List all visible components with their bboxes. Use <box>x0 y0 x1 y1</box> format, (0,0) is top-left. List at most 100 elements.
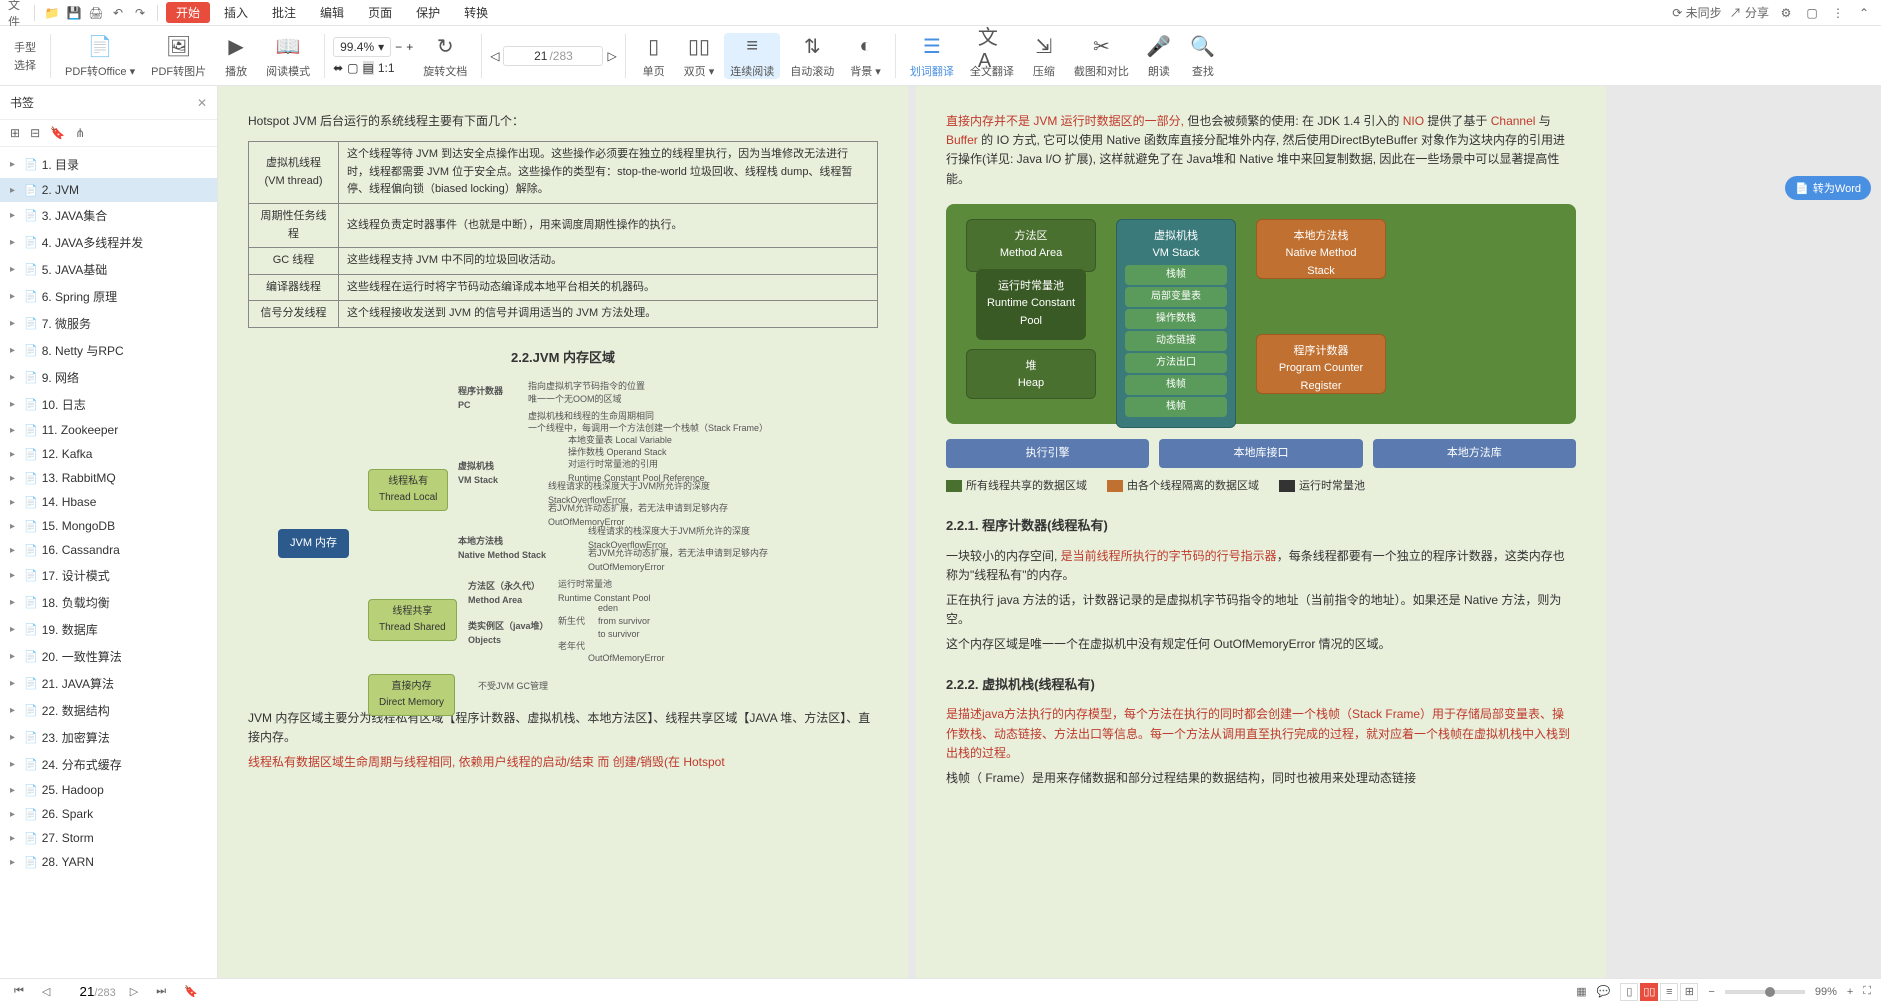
pdf-to-office-button[interactable]: 📄 PDF转Office ▾ <box>59 33 141 79</box>
close-sidebar-icon[interactable]: ✕ <box>197 96 207 110</box>
file-menu[interactable]: 文件 <box>8 4 26 22</box>
sidebar-title: 书签 <box>10 94 34 111</box>
zoom-out-status-icon[interactable]: − <box>1708 986 1714 998</box>
bookmark-item-2[interactable]: ▸📄3. JAVA集合 <box>0 202 217 229</box>
menu-protect[interactable]: 保护 <box>406 4 450 21</box>
bookmark-item-6[interactable]: ▸📄7. 微服务 <box>0 310 217 337</box>
toolbar: 手型 选择 📄 PDF转Office ▾ 🖼 PDF转图片 ▶ 播放 📖 阅读模… <box>0 26 1881 86</box>
bookmark-item-10[interactable]: ▸📄11. Zookeeper <box>0 418 217 442</box>
next-page-icon[interactable]: ▷ <box>126 985 142 998</box>
bookmark-item-8[interactable]: ▸📄9. 网络 <box>0 364 217 391</box>
next-page-icon[interactable]: ▷ <box>607 49 616 63</box>
bookmark-item-5[interactable]: ▸📄6. Spring 原理 <box>0 283 217 310</box>
word-translate-button[interactable]: ☰ 划词翻译 <box>904 33 960 79</box>
bookmark-item-1[interactable]: ▸📄2. JVM <box>0 178 217 202</box>
hand-tool[interactable]: 手型 选择 <box>8 39 42 73</box>
auto-scroll-button[interactable]: ⇅ 自动滚动 <box>784 33 840 79</box>
bookmark-tree-icon[interactable]: ⋔ <box>75 126 85 140</box>
menu-page[interactable]: 页面 <box>358 4 402 21</box>
expand-all-icon[interactable]: ⊞ <box>10 126 20 140</box>
bookmark-item-3[interactable]: ▸📄4. JAVA多线程并发 <box>0 229 217 256</box>
compress-button[interactable]: ⇲ 压缩 <box>1024 33 1064 79</box>
redo-icon[interactable]: ↷ <box>131 4 149 22</box>
bookmark-item-9[interactable]: ▸📄10. 日志 <box>0 391 217 418</box>
print-icon[interactable]: 🖨 <box>87 4 105 22</box>
full-translate-button[interactable]: 文A 全文翻译 <box>964 33 1020 79</box>
bookmark-item-14[interactable]: ▸📄15. MongoDB <box>0 514 217 538</box>
bookmark-item-13[interactable]: ▸📄14. Hbase <box>0 490 217 514</box>
zoom-in-status-icon[interactable]: + <box>1847 986 1853 998</box>
bookmark-item-27[interactable]: ▸📄28. YARN <box>0 850 217 874</box>
bookmark-item-0[interactable]: ▸📄1. 目录 <box>0 151 217 178</box>
bookmark-item-12[interactable]: ▸📄13. RabbitMQ <box>0 466 217 490</box>
play-button[interactable]: ▶ 播放 <box>216 33 256 79</box>
menu-annotate[interactable]: 批注 <box>262 4 306 21</box>
last-page-icon[interactable]: ⏭ <box>152 985 170 998</box>
bookmark-item-15[interactable]: ▸📄16. Cassandra <box>0 538 217 562</box>
first-page-icon[interactable]: ⏮ <box>10 985 28 998</box>
bookmark-item-7[interactable]: ▸📄8. Netty 与RPC <box>0 337 217 364</box>
search-button[interactable]: 🔍 查找 <box>1183 33 1223 79</box>
convert-to-word-button[interactable]: 📄 转为Word <box>1785 176 1871 200</box>
sync-status[interactable]: ⟳ 未同步 <box>1672 4 1721 21</box>
zoom-slider[interactable] <box>1725 990 1805 994</box>
zoom-input[interactable]: 99.4% ▾ <box>333 37 391 57</box>
page-indicator[interactable]: /283 <box>64 984 115 999</box>
save-icon[interactable]: 💾 <box>65 4 83 22</box>
comment-icon[interactable]: 💬 <box>1597 985 1611 998</box>
view-double-icon[interactable]: ▯▯ <box>1640 983 1658 1001</box>
page-input[interactable]: 21/283 <box>503 46 603 66</box>
read-aloud-button[interactable]: 🎤 朗读 <box>1139 33 1179 79</box>
bookmark-icon[interactable]: 🔖 <box>50 126 65 140</box>
fit-width-icon[interactable]: ⬌ <box>333 61 343 75</box>
prev-page-icon[interactable]: ◁ <box>490 49 499 63</box>
rotate-button[interactable]: ↻ 旋转文档 <box>417 33 473 79</box>
view-single-icon[interactable]: ▯ <box>1620 983 1638 1001</box>
settings-icon[interactable]: ⚙ <box>1777 4 1795 22</box>
prev-page-icon[interactable]: ◁ <box>38 985 54 998</box>
read-mode-button[interactable]: 📖 阅读模式 <box>260 33 316 79</box>
bookmark-item-19[interactable]: ▸📄20. 一致性算法 <box>0 643 217 670</box>
background-button[interactable]: ◐ 背景 ▾ <box>844 33 887 79</box>
pdf-to-image-button[interactable]: 🖼 PDF转图片 <box>145 33 212 79</box>
view-thumbnail-icon[interactable]: ⊞ <box>1680 983 1698 1001</box>
panel-toggle-icon[interactable]: ▦ <box>1576 985 1586 998</box>
bookmark-item-24[interactable]: ▸📄25. Hadoop <box>0 778 217 802</box>
menu-convert[interactable]: 转换 <box>454 4 498 21</box>
window-icon[interactable]: ▢ <box>1803 4 1821 22</box>
bookmark-item-26[interactable]: ▸📄27. Storm <box>0 826 217 850</box>
table-row: 编译器线程这些线程在运行时将字节码动态编译成本地平台相关的机器码。 <box>249 274 878 301</box>
bookmark-item-16[interactable]: ▸📄17. 设计模式 <box>0 562 217 589</box>
view-continuous-icon[interactable]: ≡ <box>1660 983 1678 1001</box>
bookmark-item-22[interactable]: ▸📄23. 加密算法 <box>0 724 217 751</box>
bookmark-item-21[interactable]: ▸📄22. 数据结构 <box>0 697 217 724</box>
bookmark-item-20[interactable]: ▸📄21. JAVA算法 <box>0 670 217 697</box>
menu-insert[interactable]: 插入 <box>214 4 258 21</box>
bookmark-item-17[interactable]: ▸📄18. 负载均衡 <box>0 589 217 616</box>
menu-edit[interactable]: 编辑 <box>310 4 354 21</box>
zoom-in-icon[interactable]: + <box>406 40 413 54</box>
undo-icon[interactable]: ↶ <box>109 4 127 22</box>
chevron-up-icon[interactable]: ⌃ <box>1855 4 1873 22</box>
continuous-read-button[interactable]: ≡ 连续阅读 <box>724 33 780 79</box>
view-icon[interactable]: ▤ <box>363 61 374 75</box>
fullscreen-icon[interactable]: ⛶ <box>1863 985 1871 998</box>
open-icon[interactable]: 📁 <box>43 4 61 22</box>
share-button[interactable]: ↗ 分享 <box>1730 4 1769 21</box>
double-page-button[interactable]: ▯▯ 双页 ▾ <box>678 33 721 79</box>
fit-page-icon[interactable]: ▢ <box>347 61 358 75</box>
more-icon[interactable]: ⋮ <box>1829 4 1847 22</box>
bookmark-item-25[interactable]: ▸📄26. Spark <box>0 802 217 826</box>
collapse-all-icon[interactable]: ⊟ <box>30 126 40 140</box>
bookmark-item-4[interactable]: ▸📄5. JAVA基础 <box>0 256 217 283</box>
bookmark-item-23[interactable]: ▸📄24. 分布式缓存 <box>0 751 217 778</box>
screenshot-compare-button[interactable]: ✂ 截图和对比 <box>1068 33 1135 79</box>
bookmark-item-18[interactable]: ▸📄19. 数据库 <box>0 616 217 643</box>
single-page-button[interactable]: ▯ 单页 <box>634 33 674 79</box>
zoom-out-icon[interactable]: − <box>395 40 402 54</box>
fit-actual-icon[interactable]: 1:1 <box>378 61 395 75</box>
pc-text-3: 这个内存区域是唯一一个在虚拟机中没有规定任何 OutOfMemoryError … <box>946 635 1576 654</box>
bookmark-item-11[interactable]: ▸📄12. Kafka <box>0 442 217 466</box>
bookmark-nav-icon[interactable]: 🔖 <box>180 985 202 998</box>
menu-start[interactable]: 开始 <box>166 2 210 23</box>
